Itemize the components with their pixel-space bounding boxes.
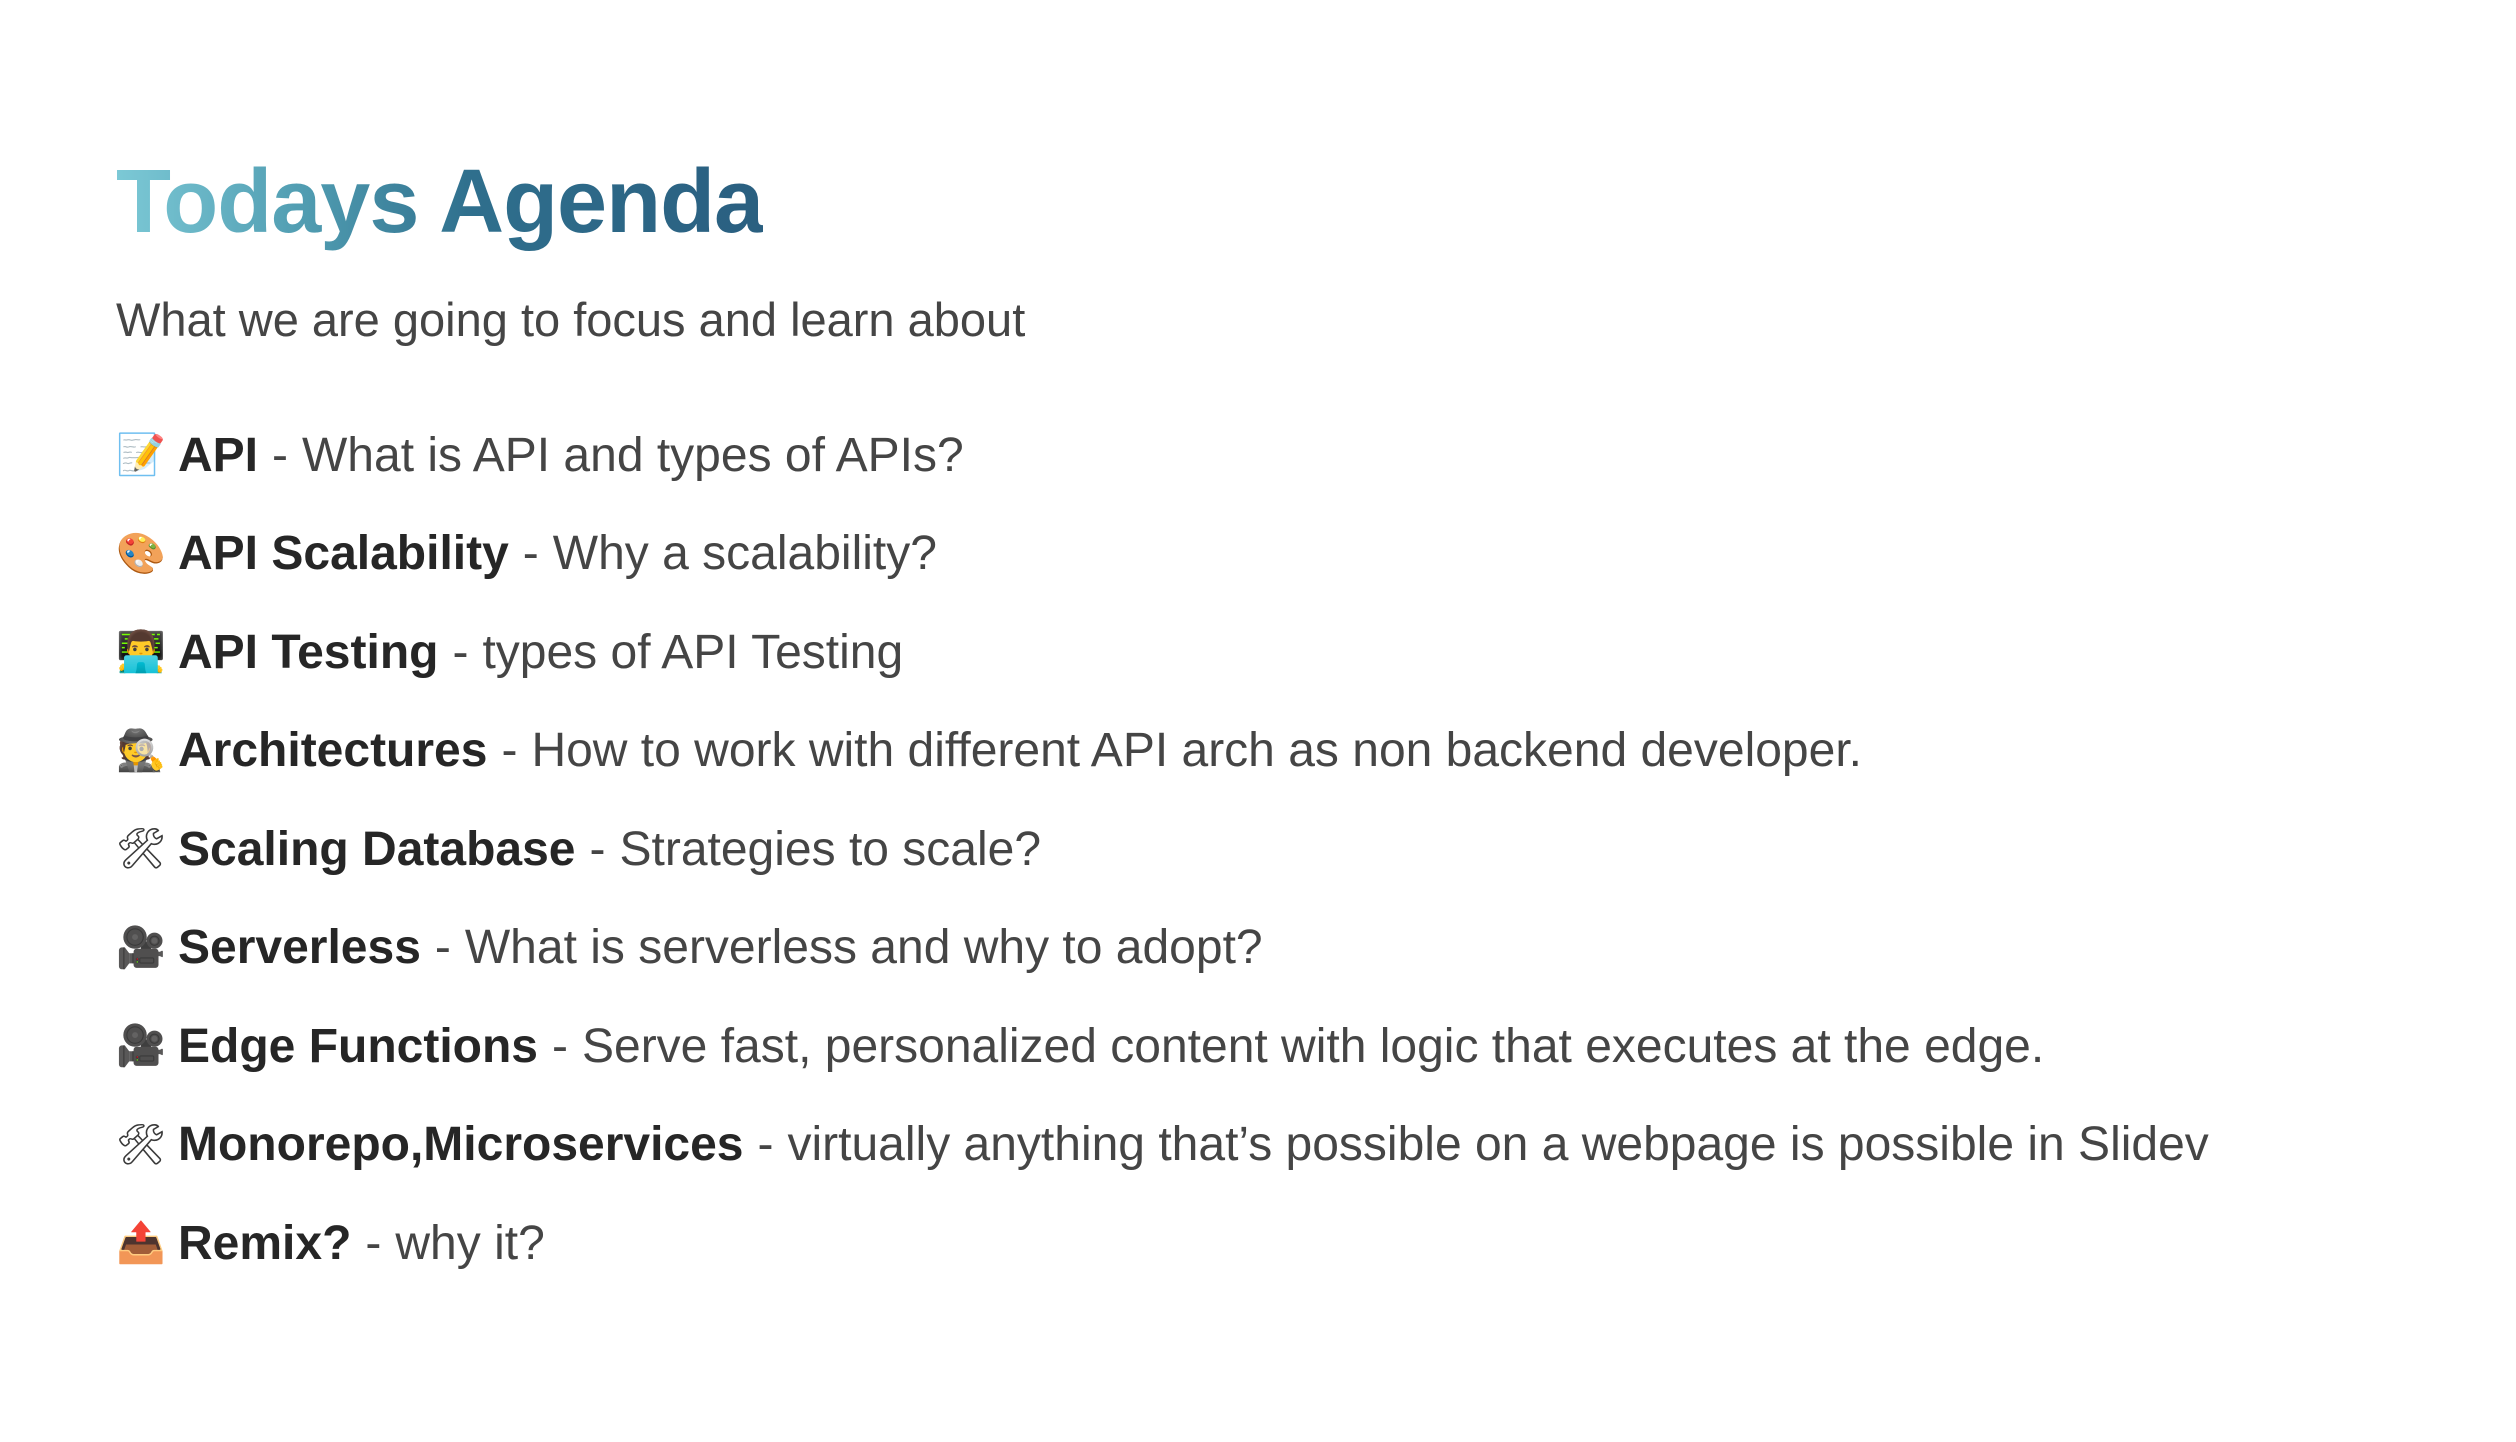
- agenda-item-name: Monorepo,Microservices: [178, 1118, 744, 1172]
- list-item: 👨‍💻 API Testing - types of API Testing: [116, 603, 2400, 702]
- agenda-item-separator: -: [272, 428, 288, 482]
- hammer-wrench-icon: 🛠: [115, 1121, 167, 1168]
- page-title: Todays Agenda: [116, 152, 764, 252]
- agenda-item-separator: -: [757, 1118, 774, 1172]
- agenda-item-name: Remix?: [178, 1216, 352, 1270]
- agenda-item-name: API Testing: [178, 625, 439, 679]
- outbox-tray-icon: 📤: [116, 1220, 166, 1267]
- agenda-item-description: Serve fast, personalized content with lo…: [581, 1019, 2045, 1073]
- list-item: 🛠 Monorepo,Microservices - virtually any…: [116, 1096, 2400, 1195]
- page-subtitle: What we are going to focus and learn abo…: [116, 293, 1026, 346]
- agenda-item-description: What is serverless and why to adopt?: [464, 921, 1263, 975]
- agenda-item-name: Serverless: [178, 921, 421, 975]
- agenda-item-separator: -: [522, 527, 539, 581]
- agenda-item-name: Architectures: [178, 724, 488, 778]
- movie-camera-icon: 🎥: [116, 924, 166, 971]
- list-item: 🎥 Edge Functions - Serve fast, personali…: [116, 997, 2400, 1096]
- agenda-item-description: why it?: [395, 1216, 545, 1270]
- detective-icon: 🕵: [116, 727, 166, 774]
- memo-icon: 📝: [116, 432, 166, 479]
- list-item: 🎥 Serverless - What is serverless and wh…: [116, 899, 2400, 998]
- list-item: 🛠 Scaling Database - Strategies to scale…: [116, 800, 2400, 899]
- agenda-item-name: Edge Functions: [178, 1019, 538, 1073]
- list-item: 📝 API - What is API and types of APIs?: [116, 406, 2400, 505]
- agenda-item-description: Why a scalability?: [552, 527, 937, 581]
- list-item: 🎨 API Scalability - Why a scalability?: [116, 505, 2400, 604]
- agenda-item-description: How to work with different API arch as n…: [531, 724, 1862, 778]
- agenda-item-separator: -: [552, 1019, 568, 1073]
- agenda-item-separator: -: [452, 625, 469, 679]
- agenda-item-description: virtually anything that’s possible on a …: [787, 1118, 2209, 1172]
- agenda-item-separator: -: [434, 921, 451, 975]
- technologist-icon: 👨‍💻: [116, 629, 166, 676]
- agenda-list: 📝 API - What is API and types of APIs? 🎨…: [116, 406, 2400, 1293]
- agenda-item-name: API Scalability: [178, 527, 509, 581]
- hammer-wrench-icon: 🛠: [115, 826, 167, 873]
- palette-icon: 🎨: [116, 530, 166, 577]
- agenda-item-description: Strategies to scale?: [619, 822, 1042, 876]
- agenda-item-separator: -: [589, 822, 606, 876]
- agenda-item-description: What is API and types of APIs?: [302, 428, 964, 482]
- agenda-item-description: types of API Testing: [482, 625, 904, 679]
- agenda-item-name: Scaling Database: [178, 822, 576, 876]
- movie-camera-icon: 🎥: [116, 1023, 166, 1070]
- slide: Todays Agenda What we are going to focus…: [0, 0, 2516, 1442]
- agenda-item-separator: -: [501, 724, 518, 778]
- list-item: 📤 Remix? - why it?: [116, 1194, 2400, 1293]
- agenda-item-separator: -: [365, 1216, 382, 1270]
- list-item: 🕵 Architectures - How to work with diffe…: [116, 702, 2400, 801]
- agenda-item-name: API: [178, 428, 259, 482]
